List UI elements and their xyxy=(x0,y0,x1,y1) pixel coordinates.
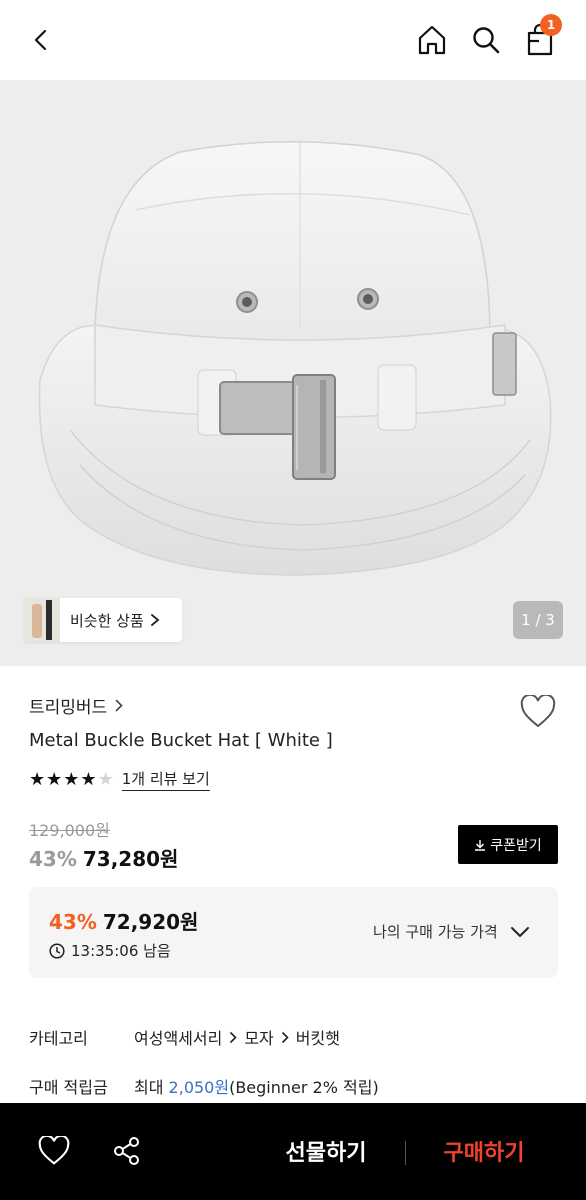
sale-price: 73,280원 xyxy=(82,847,179,871)
countdown-timer: 13:35:06 남음 xyxy=(49,940,171,961)
category-crumb-1[interactable]: 여성액세서리 xyxy=(134,1025,222,1049)
bottom-wishlist-button[interactable] xyxy=(34,1131,74,1171)
timer-text: 13:35:06 남음 xyxy=(71,942,171,960)
star-rating: ★ ★ ★ ★ ★ xyxy=(29,768,114,790)
back-arrow-icon xyxy=(34,29,47,51)
chevron-down-icon xyxy=(510,926,529,937)
star-filled-icon: ★ xyxy=(29,768,46,790)
heart-icon xyxy=(38,1136,70,1165)
star-filled-icon: ★ xyxy=(46,768,63,790)
chevron-right-icon xyxy=(281,1031,289,1043)
share-icon xyxy=(114,1137,139,1165)
points-key: 구매 적립금 xyxy=(29,1078,108,1097)
rating-row: ★ ★ ★ ★ ★ 1개 리뷰 보기 xyxy=(29,768,210,791)
category-breadcrumb: 여성액세서리 모자 버킷햇 xyxy=(134,1025,340,1049)
points-prefix: 최대 xyxy=(134,1078,164,1097)
image-page-indicator: 1 / 3 xyxy=(513,601,563,639)
bottom-action-bar: 선물하기 구매하기 xyxy=(0,1103,586,1200)
brand-name: 트리밍버드 xyxy=(29,698,108,718)
download-icon xyxy=(475,839,486,851)
points-suffix: (Beginner 2% 적립) xyxy=(229,1078,379,1097)
points-row: 구매 적립금 최대 2,050원 (Beginner 2% 적립) xyxy=(29,1074,379,1098)
category-key: 카테고리 xyxy=(29,1029,88,1048)
points-amount: 2,050원 xyxy=(168,1078,230,1097)
chevron-right-icon xyxy=(150,614,160,626)
chevron-right-icon xyxy=(230,1031,237,1043)
product-title: Metal Buckle Bucket Hat [ White ] xyxy=(29,730,333,751)
search-icon xyxy=(473,27,500,54)
back-button[interactable] xyxy=(20,18,64,62)
clock-icon xyxy=(49,942,65,959)
my-price-toggle[interactable]: 나의 구매 가능 가격 xyxy=(373,921,530,942)
my-discount-rate: 43% xyxy=(49,910,97,934)
chevron-right-icon xyxy=(115,699,123,712)
coupon-button-label: 쿠폰받기 xyxy=(490,837,542,854)
category-row: 카테고리 여성액세서리 모자 버킷햇 xyxy=(29,1025,340,1049)
review-link[interactable]: 1개 리뷰 보기 xyxy=(121,768,210,791)
search-button[interactable] xyxy=(464,18,508,62)
sale-price-row: 43% 73,280원 xyxy=(29,843,178,872)
original-price: 129,000원 xyxy=(29,821,110,840)
coupon-button[interactable]: 쿠폰받기 xyxy=(458,825,558,864)
bottom-divider xyxy=(405,1141,406,1165)
star-filled-icon: ★ xyxy=(80,768,97,790)
home-button[interactable] xyxy=(410,18,454,62)
brand-link[interactable]: 트리밍버드 xyxy=(29,693,123,718)
cart-count-badge: 1 xyxy=(540,14,562,36)
similar-products-button[interactable]: 비슷한 상품 xyxy=(24,598,182,642)
buy-button[interactable]: 구매하기 xyxy=(420,1131,548,1171)
home-icon xyxy=(418,25,446,55)
star-empty-icon: ★ xyxy=(97,768,114,790)
similar-products-label: 비슷한 상품 xyxy=(70,611,144,630)
share-button[interactable] xyxy=(107,1131,147,1171)
cart-button[interactable]: 1 xyxy=(518,14,562,62)
discount-rate: 43% xyxy=(29,847,77,871)
my-price-box[interactable]: 43% 72,920원 13:35:06 남음 나의 구매 가능 가격 xyxy=(29,887,558,978)
category-crumb-3[interactable]: 버킷햇 xyxy=(296,1025,340,1049)
my-price-label: 나의 구매 가능 가격 xyxy=(373,923,498,941)
similar-thumbnail xyxy=(24,598,60,642)
gift-button[interactable]: 선물하기 xyxy=(262,1131,390,1171)
wishlist-button[interactable] xyxy=(518,692,558,732)
heart-icon xyxy=(520,695,556,728)
product-image xyxy=(38,140,552,576)
my-price: 72,920원 xyxy=(102,910,199,934)
my-price-row: 43% 72,920원 xyxy=(49,906,198,935)
category-crumb-2[interactable]: 모자 xyxy=(244,1025,273,1049)
product-image-gallery[interactable]: 비슷한 상품 1 / 3 xyxy=(0,80,586,666)
points-value: 최대 2,050원 (Beginner 2% 적립) xyxy=(134,1074,379,1098)
star-filled-icon: ★ xyxy=(63,768,80,790)
top-header: 1 xyxy=(0,0,586,80)
